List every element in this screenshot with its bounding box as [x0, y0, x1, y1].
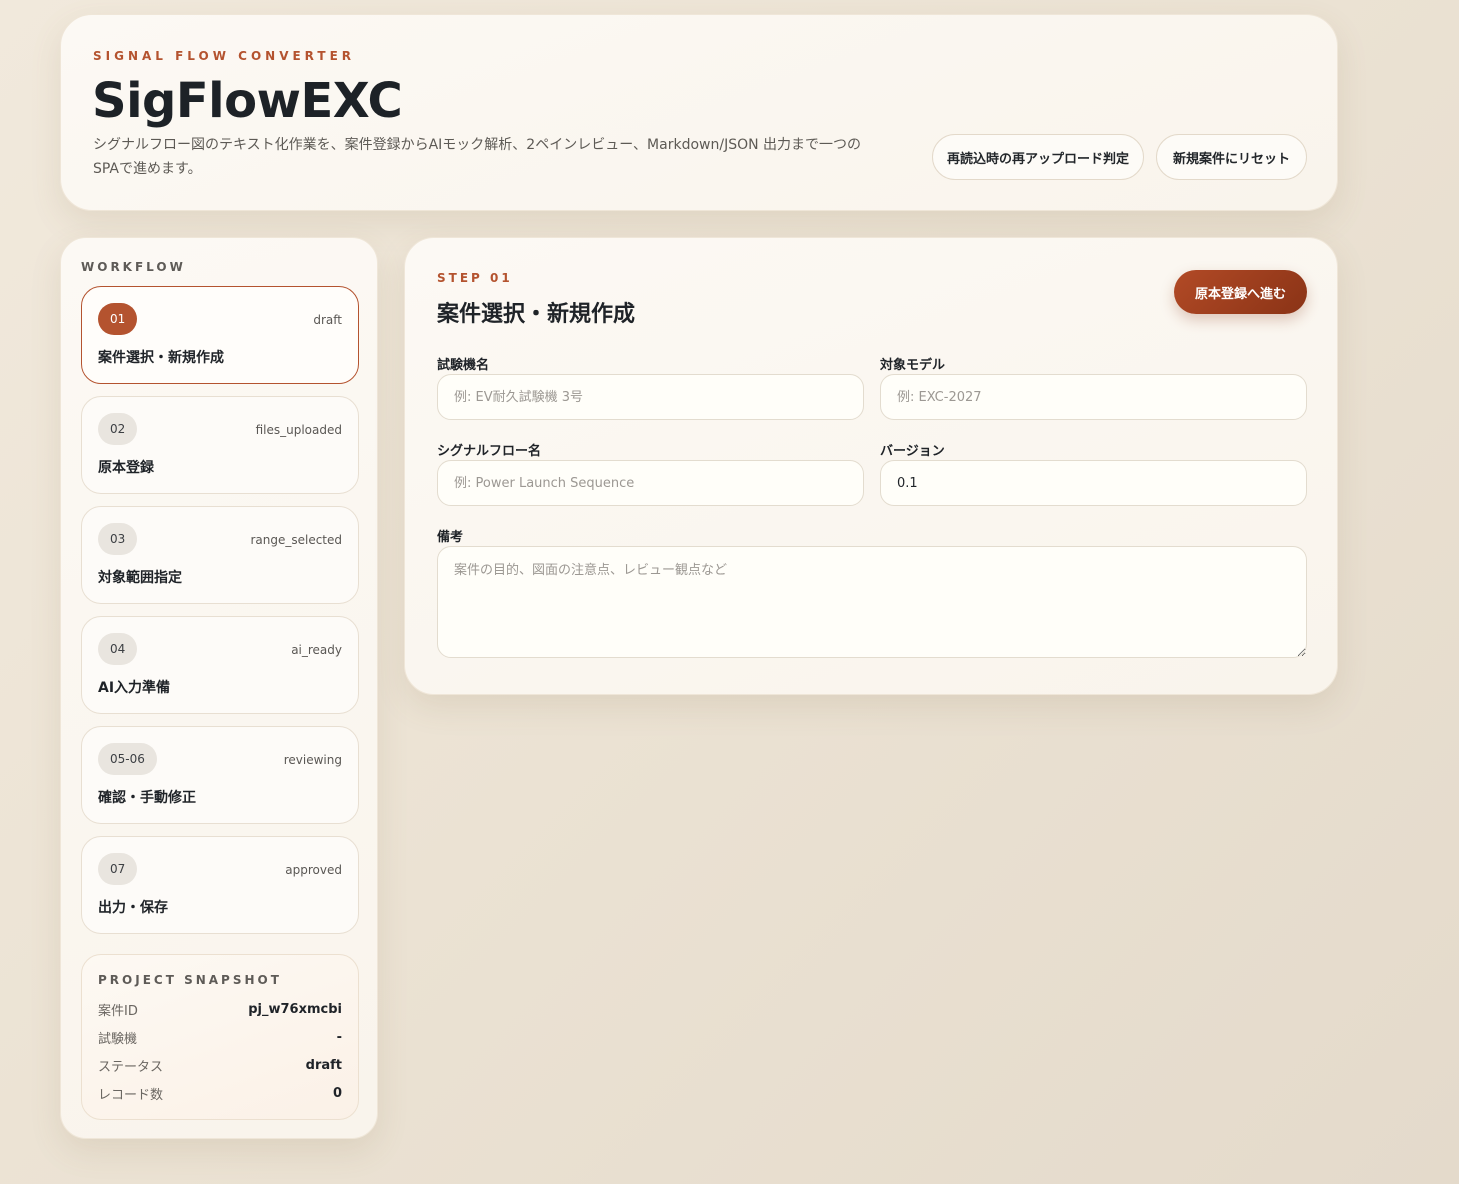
- step-eyebrow: STEP 01: [437, 271, 513, 285]
- flow-name-field[interactable]: [437, 460, 864, 506]
- step-label: 案件選択・新規作成: [98, 350, 224, 366]
- step-item-05-06[interactable]: 05-06 reviewing 確認・手動修正: [81, 726, 359, 824]
- snapshot-row-status: ステータス draft: [98, 1055, 342, 1075]
- step-number: 01: [98, 303, 138, 335]
- target-model-label: 対象モデル: [880, 358, 946, 373]
- step-number: 07: [98, 853, 138, 885]
- snapshot-value: 0: [332, 1085, 342, 1101]
- flow-name-label: シグナルフロー名: [437, 444, 542, 459]
- reupload-check-button[interactable]: 再読込時の再アップロード判定: [932, 134, 1144, 180]
- app-description: シグナルフロー図のテキスト化作業を、案件登録からAIモック解析、2ペインレビュー…: [93, 137, 862, 177]
- step-status: ai_ready: [291, 643, 342, 657]
- workflow-sidebar: WORKFLOW 01 draft 案件選択・新規作成 02 files_upl…: [60, 237, 378, 1139]
- step-status: range_selected: [250, 533, 342, 547]
- app-header: SIGNAL FLOW CONVERTER SigFlowEXC シグナルフロー…: [60, 14, 1338, 211]
- step-status: approved: [285, 863, 342, 877]
- reset-project-button[interactable]: 新規案件にリセット: [1156, 134, 1307, 180]
- next-step-button[interactable]: 原本登録へ進む: [1174, 270, 1307, 314]
- step-status: files_uploaded: [255, 423, 342, 437]
- step-label: 確認・手動修正: [98, 790, 196, 806]
- app-title: SigFlowEXC: [92, 73, 403, 129]
- version-field[interactable]: [880, 460, 1307, 506]
- step-item-04[interactable]: 04 ai_ready AI入力準備: [81, 616, 359, 714]
- snapshot-key: 案件ID: [98, 1003, 138, 1019]
- app-eyebrow: SIGNAL FLOW CONVERTER: [93, 49, 356, 63]
- version-label: バージョン: [880, 444, 945, 459]
- step-label: 出力・保存: [98, 900, 168, 916]
- step-status: reviewing: [283, 753, 342, 767]
- step-item-07[interactable]: 07 approved 出力・保存: [81, 836, 359, 934]
- snapshot-key: ステータス: [98, 1059, 164, 1075]
- project-snapshot: PROJECT SNAPSHOT 案件ID pj_w76xmcbi 試験機 - …: [81, 954, 359, 1120]
- snapshot-key: 試験機: [98, 1031, 138, 1047]
- snapshot-value: -: [336, 1029, 342, 1045]
- step-number: 03: [98, 523, 138, 555]
- snapshot-key: レコード数: [98, 1087, 164, 1103]
- step-number: 05-06: [98, 743, 157, 775]
- snapshot-row-machine: 試験機 -: [98, 1027, 342, 1047]
- step-item-02[interactable]: 02 files_uploaded 原本登録: [81, 396, 359, 494]
- step-number: 02: [98, 413, 138, 445]
- notes-field[interactable]: [437, 546, 1307, 658]
- step-label: AI入力準備: [98, 680, 171, 696]
- step-number: 04: [98, 633, 138, 665]
- snapshot-value: draft: [305, 1057, 342, 1073]
- machine-name-label: 試験機名: [437, 358, 490, 373]
- snapshot-heading: PROJECT SNAPSHOT: [98, 973, 282, 987]
- workflow-heading: WORKFLOW: [81, 260, 186, 274]
- target-model-field[interactable]: [880, 374, 1307, 420]
- step-label: 原本登録: [98, 460, 154, 476]
- snapshot-row-record-count: レコード数 0: [98, 1083, 342, 1103]
- step-panel: STEP 01 案件選択・新規作成 原本登録へ進む 試験機名 対象モデル シグナ…: [404, 237, 1338, 695]
- notes-label: 備考: [437, 530, 464, 545]
- step-title: 案件選択・新規作成: [437, 302, 636, 327]
- step-item-03[interactable]: 03 range_selected 対象範囲指定: [81, 506, 359, 604]
- machine-name-field[interactable]: [437, 374, 864, 420]
- snapshot-row-project-id: 案件ID pj_w76xmcbi: [98, 999, 342, 1019]
- step-status: draft: [313, 313, 342, 327]
- step-item-01[interactable]: 01 draft 案件選択・新規作成: [81, 286, 359, 384]
- step-label: 対象範囲指定: [98, 570, 182, 586]
- snapshot-value: pj_w76xmcbi: [248, 1001, 342, 1017]
